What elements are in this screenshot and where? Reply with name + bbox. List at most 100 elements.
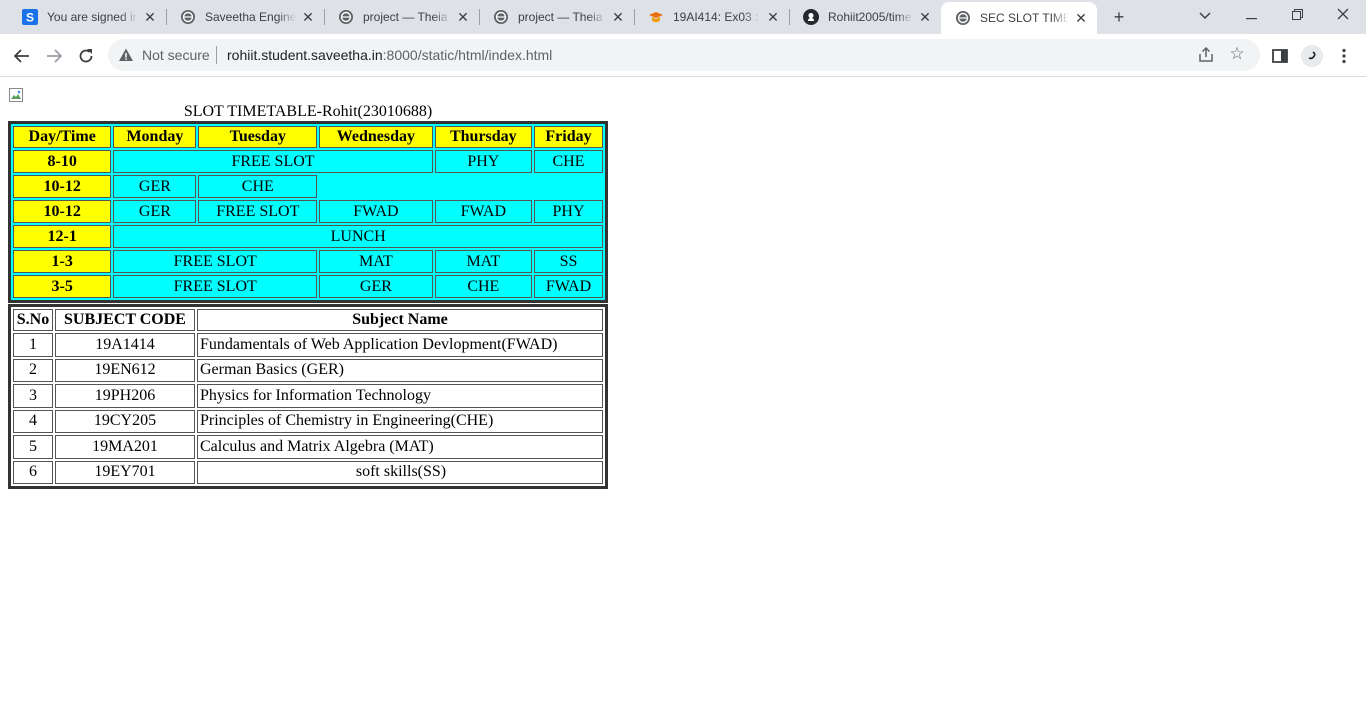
close-tab-icon[interactable]: ✕ [610, 9, 626, 25]
code-cell: 19EY701 [55, 460, 195, 484]
broken-image-icon [8, 87, 24, 103]
menu-kebab-icon[interactable] [1331, 43, 1357, 69]
globe-icon [955, 10, 971, 26]
code-cell: 19EN612 [55, 358, 195, 382]
slot-cell: FWAD [434, 200, 532, 223]
tab-title: Rohiit2005/timetable [828, 10, 913, 24]
serial-cell: 6 [13, 460, 53, 484]
slot-cell: FREE SLOT [198, 200, 318, 223]
slot-cell: CHE [198, 175, 318, 198]
tab-title: project — Theia IDE [518, 10, 606, 24]
new-tab-button[interactable]: + [1107, 5, 1131, 29]
table-header-row: Day/Time Monday Tuesday Wednesday Thursd… [13, 126, 603, 148]
tab-strip: S You are signed in ✕ Saveetha Engineeri… [0, 0, 1366, 34]
time-cell: 10-12 [13, 175, 112, 198]
time-cell: 10-12 [13, 200, 112, 223]
column-header: Wednesday [319, 126, 433, 148]
close-tab-icon[interactable]: ✕ [765, 9, 781, 25]
timetable: Day/Time Monday Tuesday Wednesday Thursd… [8, 121, 608, 303]
browser-tab[interactable]: Rohiit2005/timetable ✕ [789, 0, 941, 34]
back-arrow-icon[interactable] [9, 43, 35, 69]
browser-tab[interactable]: 19AI414: Ex03 : S ✕ [634, 0, 790, 34]
column-header: Friday [534, 126, 603, 148]
restore-icon[interactable] [1274, 0, 1320, 30]
serial-cell: 3 [13, 384, 53, 408]
tab-search-icon[interactable] [1182, 0, 1228, 30]
tab-title: 19AI414: Ex03 : S [673, 10, 761, 24]
table-header-row: S.No SUBJECT CODE Subject Name [13, 309, 603, 331]
close-tab-icon[interactable]: ✕ [455, 9, 471, 25]
serial-cell: 5 [13, 435, 53, 459]
serial-cell: 1 [13, 333, 53, 357]
reload-icon[interactable] [73, 43, 99, 69]
svg-text:S: S [26, 11, 34, 25]
subject-name-cell: Physics for Information Technology [197, 384, 603, 408]
browser-tab-active[interactable]: SEC SLOT TIMETABLE ✕ [941, 2, 1097, 34]
slot-cell: FREE SLOT [113, 150, 433, 173]
slot-cell: FWAD [534, 275, 603, 298]
table-row: 6 19EY701 soft skills(SS) [13, 460, 603, 484]
column-header: Monday [113, 126, 197, 148]
subject-name-cell: soft skills(SS) [197, 460, 603, 484]
table-row: 2 19EN612 German Basics (GER) [13, 358, 603, 382]
bookmark-star-icon[interactable]: ☆ [1226, 43, 1248, 65]
time-cell: 3-5 [13, 275, 112, 298]
slot-cell: CHE [534, 150, 603, 173]
profile-avatar[interactable] [1299, 43, 1325, 69]
time-cell: 1-3 [13, 250, 112, 273]
time-cell: 12-1 [13, 225, 112, 248]
table-row: 12-1 LUNCH [13, 225, 603, 248]
code-cell: 19PH206 [55, 384, 195, 408]
github-icon [803, 9, 819, 25]
browser-tab[interactable]: project — Theia IDE ✕ [479, 0, 635, 34]
warning-icon[interactable] [118, 47, 134, 63]
minimize-icon[interactable] [1228, 0, 1274, 30]
subject-name-cell: Fundamentals of Web Application Devlopme… [197, 333, 603, 357]
url-text[interactable]: rohiit.student.saveetha.in:8000/static/h… [227, 47, 552, 63]
url-path: :8000/static/html/index.html [382, 47, 553, 63]
column-header: Thursday [434, 126, 532, 148]
slot-cell: CHE [434, 275, 532, 298]
s-logo-icon: S [22, 9, 38, 25]
side-panel-icon[interactable] [1267, 43, 1293, 69]
table-row: 1 19A1414 Fundamentals of Web Applicatio… [13, 333, 603, 357]
close-tab-icon[interactable]: ✕ [142, 9, 158, 25]
security-label[interactable]: Not secure [142, 47, 210, 63]
browser-tab[interactable]: Saveetha Engineering ✕ [166, 0, 325, 34]
divider [216, 46, 217, 64]
browser-tab[interactable]: S You are signed in ✕ [8, 0, 167, 34]
empty-cell [319, 175, 603, 198]
subject-name-cell: Calculus and Matrix Algebra (MAT) [197, 435, 603, 459]
code-cell: 19CY205 [55, 409, 195, 433]
close-window-icon[interactable] [1320, 0, 1366, 30]
slot-cell: FREE SLOT [113, 250, 318, 273]
graduation-icon [648, 9, 664, 25]
close-tab-icon[interactable]: ✕ [300, 9, 316, 25]
forward-arrow-icon[interactable] [41, 43, 67, 69]
url-host: rohiit.student.saveetha.in [227, 47, 383, 63]
browser-tab[interactable]: project — Theia IDE ✕ [324, 0, 480, 34]
share-icon[interactable] [1196, 45, 1216, 65]
code-cell: 19MA201 [55, 435, 195, 459]
table-row: 8-10 FREE SLOT PHY CHE [13, 150, 603, 173]
page-title: SLOT TIMETABLE-Rohit(23010688) [183, 103, 433, 120]
serial-cell: 4 [13, 409, 53, 433]
column-header: Subject Name [197, 309, 603, 331]
column-header: Tuesday [198, 126, 318, 148]
slot-cell: PHY [534, 200, 603, 223]
slot-cell: GER [113, 175, 197, 198]
address-bar[interactable]: Not secure rohiit.student.saveetha.in:80… [108, 39, 1260, 71]
table-row: 4 19CY205 Principles of Chemistry in Eng… [13, 409, 603, 433]
column-header: Day/Time [13, 126, 112, 148]
subjects-table: S.No SUBJECT CODE Subject Name 1 19A1414… [8, 304, 608, 489]
column-header: SUBJECT CODE [55, 309, 195, 331]
slot-cell: PHY [434, 150, 532, 173]
subject-name-cell: Principles of Chemistry in Engineering(C… [197, 409, 603, 433]
tab-title: project — Theia IDE [363, 10, 451, 24]
page-content: SLOT TIMETABLE-Rohit(23010688) Day/Time … [0, 78, 1366, 728]
close-tab-icon[interactable]: ✕ [1073, 10, 1089, 26]
code-cell: 19A1414 [55, 333, 195, 357]
close-tab-icon[interactable]: ✕ [917, 9, 933, 25]
subject-name-cell: German Basics (GER) [197, 358, 603, 382]
table-row: 10-12 GER FREE SLOT FWAD FWAD PHY [13, 200, 603, 223]
